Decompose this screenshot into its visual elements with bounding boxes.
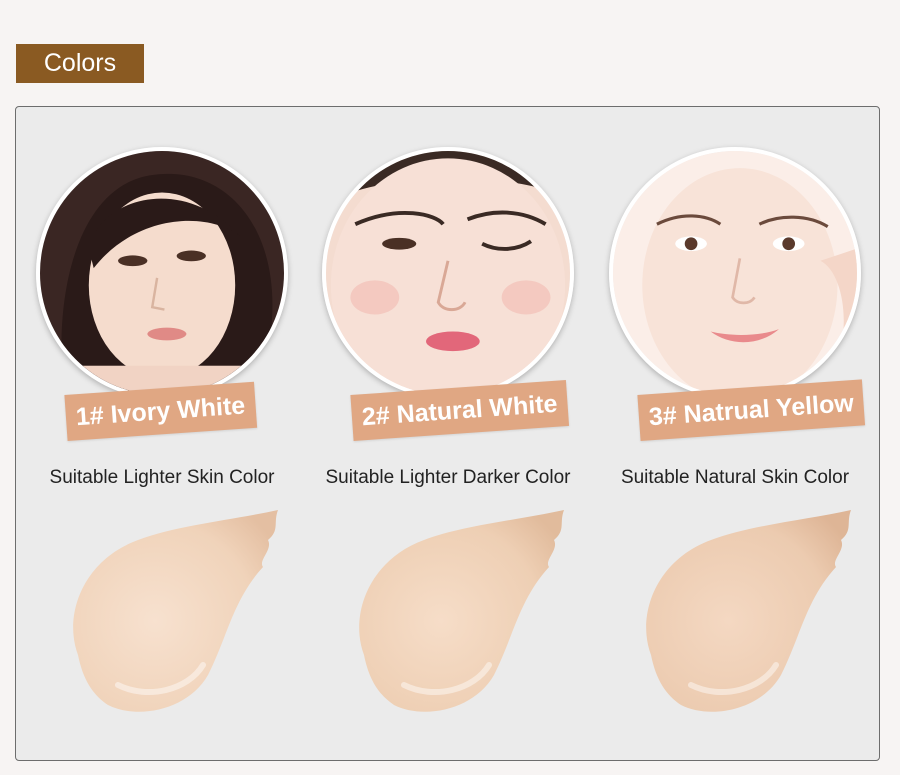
shade-card-1: 1# Ivory White Suitable Lighter Skin Col… — [18, 107, 306, 762]
shade-label-badge: 3# Natrual Yellow — [637, 379, 866, 441]
shade-label-badge: 2# Natural White — [350, 379, 569, 441]
portrait-image-1 — [36, 147, 288, 399]
colors-panel: 1# Ivory White Suitable Lighter Skin Col… — [15, 106, 880, 761]
foundation-swatch-1 — [58, 505, 288, 720]
shade-card-2: 2# Natural White Suitable Lighter Darker… — [304, 107, 592, 762]
shade-description: Suitable Lighter Darker Color — [325, 467, 571, 488]
shade-label-badge: 1# Ivory White — [64, 381, 257, 441]
shade-description: Suitable Natural Skin Color — [620, 467, 850, 488]
shade-description: Suitable Lighter Skin Color — [49, 467, 275, 488]
foundation-swatch-3 — [631, 505, 861, 720]
shade-card-3: 3# Natrual Yellow Suitable Natural Skin … — [591, 107, 879, 762]
portrait-image-2 — [322, 147, 574, 399]
foundation-swatch-2 — [344, 505, 574, 720]
portrait-image-3 — [609, 147, 861, 399]
section-title-tab: Colors — [16, 44, 144, 83]
